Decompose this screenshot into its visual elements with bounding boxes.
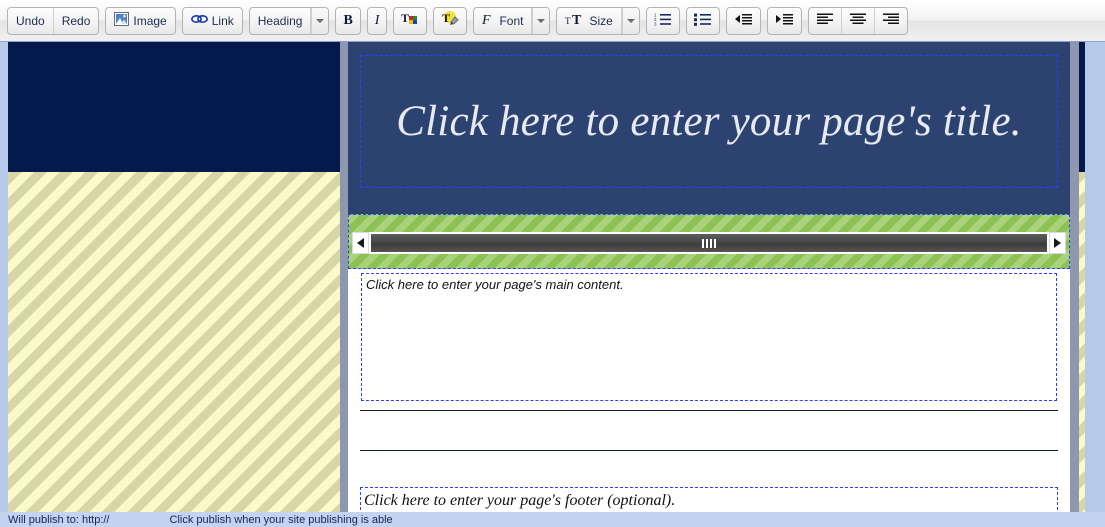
- content-divider-bottom: [360, 450, 1058, 451]
- svg-text:3: 3: [654, 22, 657, 27]
- editor-toolbar: Undo Redo Image Link Heading B I T T F F…: [0, 0, 1105, 42]
- insert-image-button[interactable]: Image: [106, 8, 174, 34]
- size-dropdown-button[interactable]: [621, 7, 639, 34]
- toolbar-group-link: Link: [181, 6, 243, 35]
- main-content-placeholder: Click here to enter your page's main con…: [366, 277, 624, 292]
- chevron-down-icon: [537, 18, 546, 23]
- insert-link-label: Link: [211, 13, 234, 28]
- align-right-icon: [882, 12, 900, 29]
- outdent-icon: [734, 12, 753, 29]
- svg-text:T: T: [565, 16, 571, 26]
- align-right-button[interactable]: [875, 8, 907, 34]
- insert-image-label: Image: [133, 13, 167, 28]
- scroll-left-button[interactable]: [352, 232, 369, 254]
- publish-status-bar-content: Will publish to: http:// Click publish w…: [8, 514, 1093, 527]
- page-title-editable-region[interactable]: Click here to enter your page's title.: [360, 55, 1058, 188]
- toolbar-group-indent: [766, 6, 802, 35]
- size-icon: T T: [565, 12, 585, 30]
- heading-style-button[interactable]: Heading: [250, 7, 312, 34]
- heading-style-label: Heading: [257, 13, 303, 28]
- scrollbar-track[interactable]: [369, 232, 1049, 254]
- column-shadow-left: [340, 42, 348, 527]
- undo-button[interactable]: Undo: [8, 7, 54, 34]
- toolbar-group-bullet-list: [685, 6, 720, 35]
- font-family-label: Font: [499, 13, 524, 28]
- footer-placeholder: Click here to enter your page's footer (…: [364, 492, 676, 509]
- indent-button[interactable]: [768, 8, 801, 34]
- scrollbar-thumb[interactable]: [371, 234, 1047, 252]
- redo-button[interactable]: Redo: [54, 8, 99, 34]
- column-shadow-right: [1070, 42, 1079, 527]
- triangle-left-icon: [357, 238, 364, 248]
- align-center-button[interactable]: [842, 7, 875, 34]
- left-gutter: [0, 42, 8, 527]
- chevron-down-icon: [316, 18, 325, 23]
- horizontal-scrollbar[interactable]: [352, 232, 1066, 254]
- image-icon: [114, 12, 130, 29]
- svg-text:F: F: [482, 13, 491, 27]
- font-size-label: Size: [589, 13, 613, 28]
- italic-button[interactable]: I: [368, 8, 387, 34]
- toolbar-group-font: F Font: [473, 6, 551, 35]
- toolbar-group-italic: I: [366, 6, 388, 35]
- page-body-sheet: Click here to enter your page's main con…: [348, 269, 1070, 527]
- bold-icon: B: [343, 12, 353, 28]
- highlight-color-button[interactable]: T: [434, 8, 466, 34]
- svg-text:T: T: [401, 11, 409, 25]
- numbered-list-icon: 1 2 3: [654, 12, 672, 29]
- italic-icon: I: [374, 12, 380, 28]
- toolbar-group-image: Image: [105, 6, 176, 35]
- page-content-column: Click here to enter your page's title. C…: [348, 42, 1070, 527]
- svg-text:T: T: [572, 13, 582, 27]
- page-navigation-bar[interactable]: [348, 214, 1070, 269]
- align-left-icon: [816, 12, 834, 29]
- toolbar-group-bold: B: [335, 6, 361, 35]
- heading-dropdown-button[interactable]: [311, 7, 329, 34]
- font-dropdown-button[interactable]: [532, 7, 550, 34]
- triangle-right-icon: [1054, 238, 1061, 248]
- toolbar-group-outdent: [725, 6, 761, 35]
- scroll-right-button[interactable]: [1049, 232, 1066, 254]
- page-title-hero: Click here to enter your page's title.: [348, 42, 1070, 214]
- bold-button[interactable]: B: [336, 8, 359, 34]
- publish-target-text: Will publish to: http://: [8, 514, 110, 526]
- numbered-list-button[interactable]: 1 2 3: [647, 8, 679, 34]
- font-size-button[interactable]: T T Size: [557, 7, 622, 34]
- bullet-list-icon: [693, 12, 712, 29]
- footer-editable-region[interactable]: Click here to enter your page's footer (…: [360, 487, 1058, 515]
- scrollbar-grip-icon: [702, 238, 716, 248]
- toolbar-group-heading: Heading: [248, 6, 330, 35]
- insert-link-button[interactable]: Link: [183, 8, 242, 34]
- font-family-button[interactable]: F Font: [474, 7, 533, 34]
- bullet-list-button[interactable]: [687, 8, 719, 34]
- align-center-icon: [849, 12, 867, 29]
- text-color-icon: T: [401, 11, 419, 30]
- redo-label: Redo: [61, 13, 91, 28]
- svg-text:T: T: [442, 11, 450, 25]
- outdent-button[interactable]: [727, 8, 760, 34]
- toolbar-group-text-color: T: [393, 6, 428, 35]
- undo-label: Undo: [16, 13, 45, 28]
- publish-hint-text: Click publish when your site publishing …: [169, 514, 393, 526]
- toolbar-group-numbered-list: 1 2 3: [645, 6, 680, 35]
- link-icon: [190, 13, 208, 28]
- toolbar-group-size: T T Size: [556, 6, 640, 35]
- right-gutter: [1085, 42, 1105, 527]
- content-divider-top: [360, 410, 1058, 411]
- publish-status-bar: Will publish to: http:// Click publish w…: [0, 512, 1105, 527]
- highlight-color-icon: T: [441, 11, 460, 30]
- toolbar-group-alignment: [807, 6, 908, 35]
- font-icon: F: [481, 12, 495, 30]
- toolbar-group-highlight: T: [433, 6, 468, 35]
- align-left-button[interactable]: [809, 7, 842, 34]
- chevron-down-icon: [626, 18, 635, 23]
- indent-icon: [775, 12, 794, 29]
- page-title-placeholder: Click here to enter your page's title.: [396, 97, 1022, 145]
- page-canvas: Click here to enter your page's title. C…: [0, 42, 1105, 527]
- main-content-editable-region[interactable]: Click here to enter your page's main con…: [361, 273, 1057, 401]
- text-color-button[interactable]: T: [394, 8, 426, 34]
- toolbar-group-history: Undo Redo: [7, 6, 100, 35]
